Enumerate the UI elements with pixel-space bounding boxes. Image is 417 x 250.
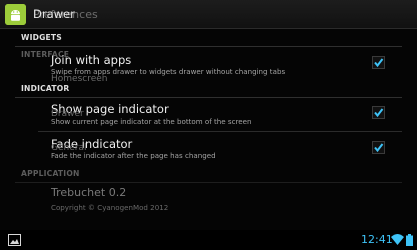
section-divider <box>15 97 402 98</box>
pref-title: Join with apps <box>51 53 132 67</box>
android-robot-icon[interactable] <box>5 4 26 25</box>
action-bar: Preferences Drawer <box>0 0 417 29</box>
copyright-text: Copyright © CyanogenMod 2012 <box>51 203 169 212</box>
system-bar: 12:41 <box>0 230 417 250</box>
section-indicator: INDICATOR <box>0 81 417 98</box>
section-indicator-label: INDICATOR <box>21 84 70 93</box>
gallery-icon[interactable] <box>8 234 21 246</box>
section-application: APPLICATION <box>0 166 417 183</box>
section-divider <box>15 182 402 183</box>
battery-icon <box>406 234 413 246</box>
settings-screen: Preferences Drawer WIDGETS INTERFACE Joi… <box>0 0 417 250</box>
show-page-indicator-checkbox[interactable] <box>372 106 385 119</box>
row-divider <box>38 131 402 132</box>
behind-item-general: General <box>51 143 87 153</box>
section-widgets-label: WIDGETS <box>21 33 62 42</box>
wifi-icon <box>391 234 404 245</box>
section-application-label: APPLICATION <box>21 169 80 178</box>
clock[interactable]: 12:41 <box>361 233 393 246</box>
section-widgets: WIDGETS <box>0 30 417 47</box>
page-title: Drawer <box>33 7 75 21</box>
join-with-apps-checkbox[interactable] <box>372 56 385 69</box>
app-name: Trebuchet 0.2 <box>51 186 127 199</box>
behind-item-drawer: Drawer <box>51 109 84 119</box>
fade-indicator-checkbox[interactable] <box>372 141 385 154</box>
